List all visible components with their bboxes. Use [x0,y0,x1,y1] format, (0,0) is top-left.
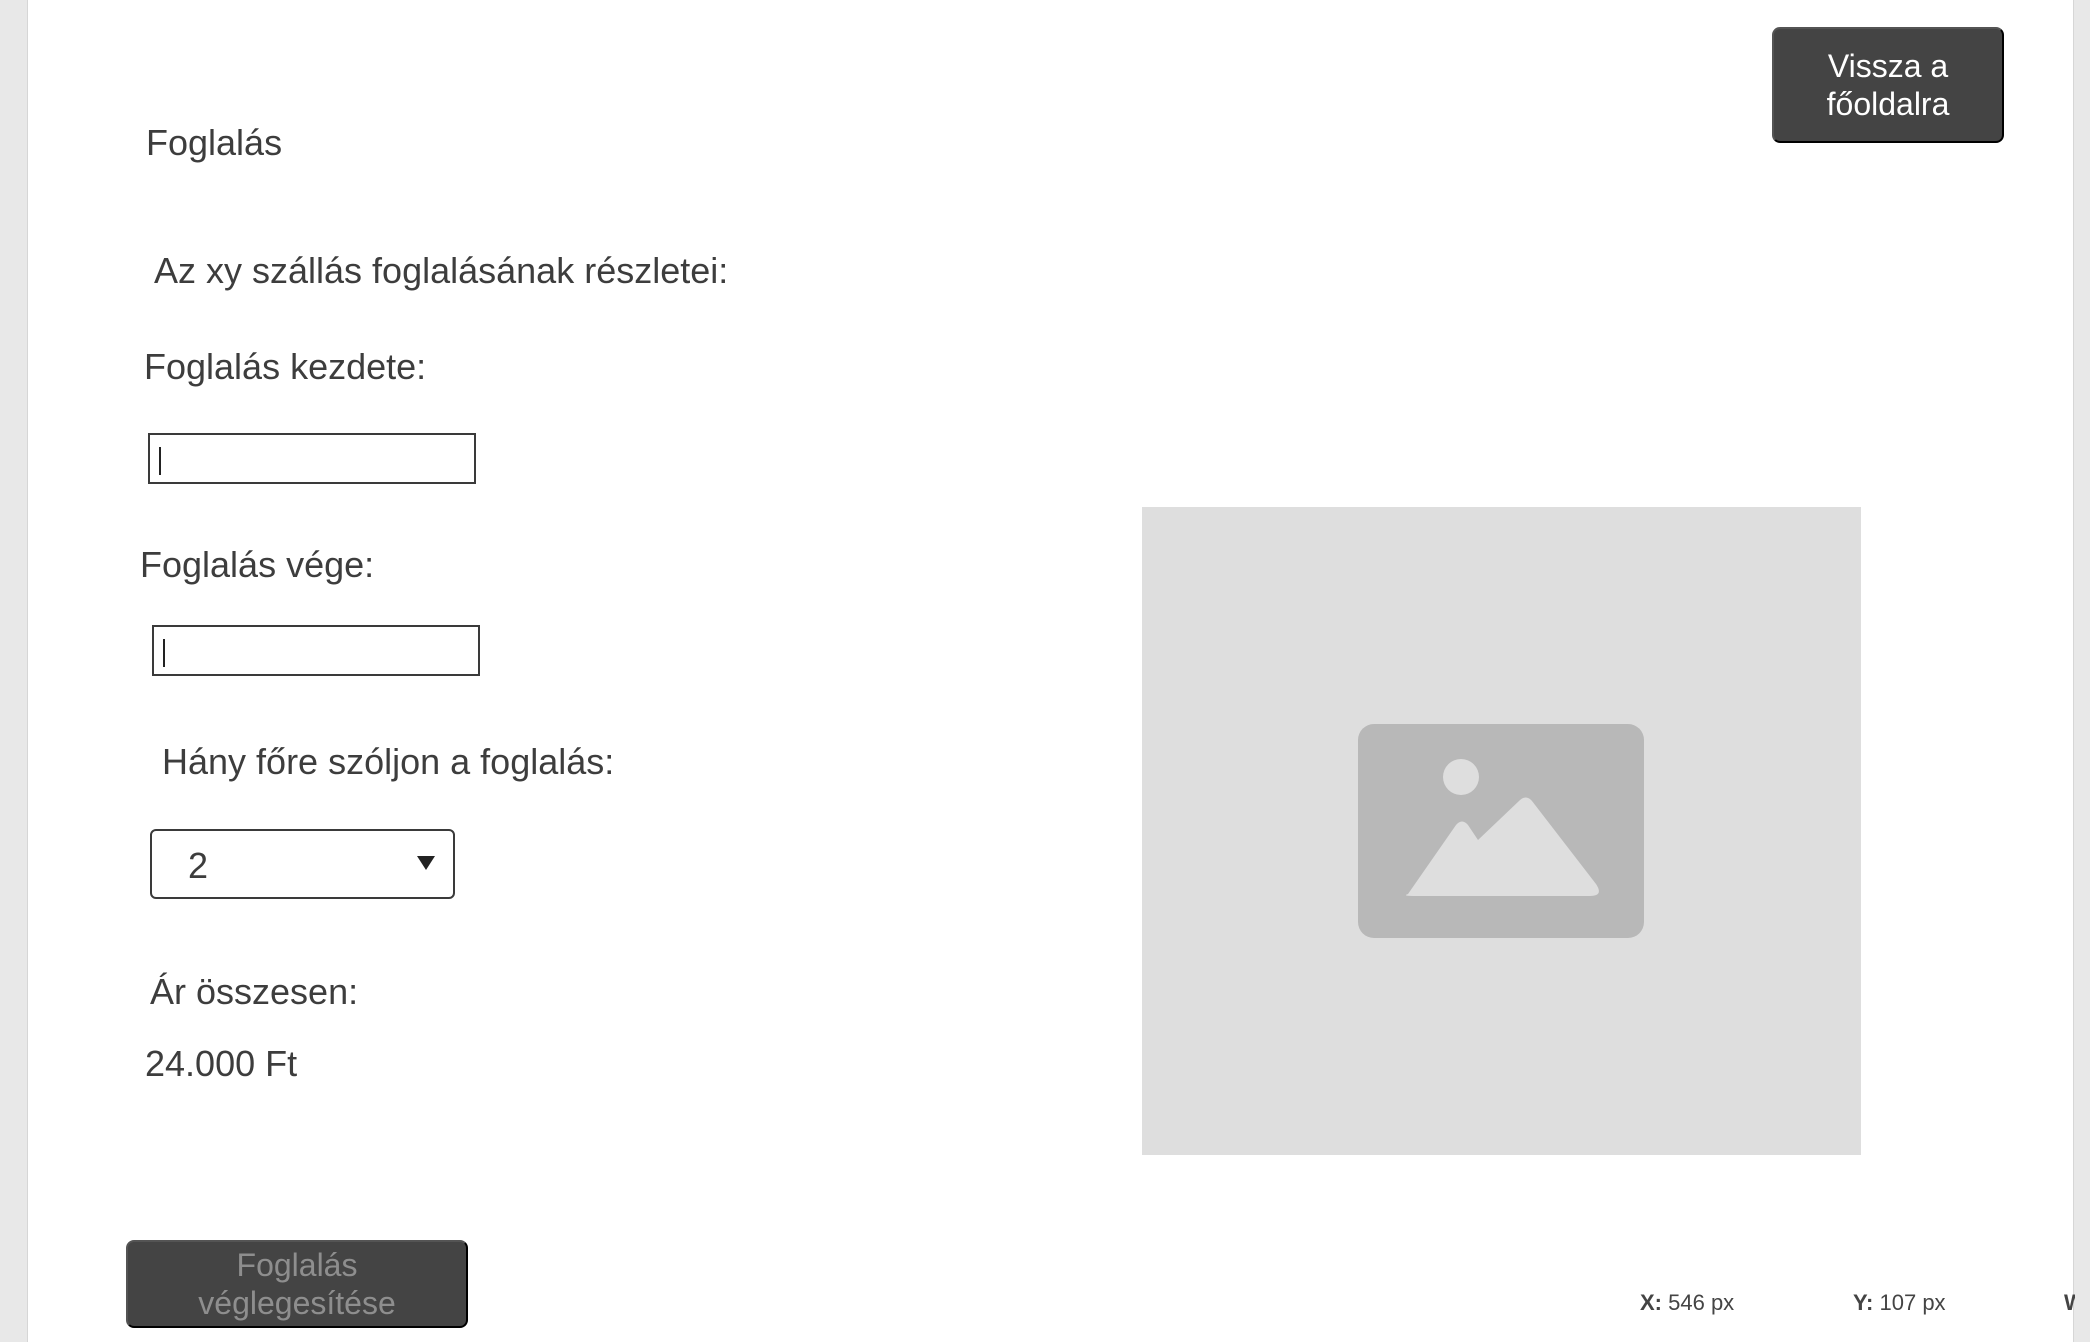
guests-selected-value: 2 [188,845,209,886]
booking-details-heading: Az xy szállás foglalásának részletei: [154,250,729,291]
start-date-input[interactable] [148,433,476,484]
status-bar-w: W: [2064,1290,2075,1316]
total-price-value: 24.000 Ft [145,1043,298,1084]
back-to-home-button[interactable]: Vissza a főoldalra [1772,27,2004,143]
w-coord-label: W: [2064,1290,2075,1315]
end-date-input[interactable] [152,625,480,676]
status-bar-y: Y: 107 px [1853,1290,1946,1316]
total-price-label: Ár összesen: [150,971,359,1012]
guests-label: Hány főre szóljon a foglalás: [162,741,615,782]
finalize-booking-button[interactable]: Foglalás véglegesítése [126,1240,468,1328]
start-date-label: Foglalás kezdete: [144,346,427,387]
accommodation-image [1142,507,1861,1155]
status-bar: X: 546 px [1640,1290,1734,1316]
x-coord-value: 546 px [1668,1290,1735,1315]
image-placeholder-icon [1358,724,1644,938]
guests-select[interactable]: 2 [150,829,455,899]
end-date-label: Foglalás vége: [140,544,375,585]
wireframe-canvas: Vissza a főoldalra Foglalás Az xy szállá… [27,0,2075,1342]
y-coord-value: 107 px [1879,1290,1946,1315]
y-coord-label: Y: [1853,1290,1874,1315]
x-coord-label: X: [1640,1290,1662,1315]
text-caret [163,639,165,667]
dropdown-arrow-icon [417,856,435,870]
text-caret [159,447,161,475]
page-title: Foglalás [146,122,283,163]
